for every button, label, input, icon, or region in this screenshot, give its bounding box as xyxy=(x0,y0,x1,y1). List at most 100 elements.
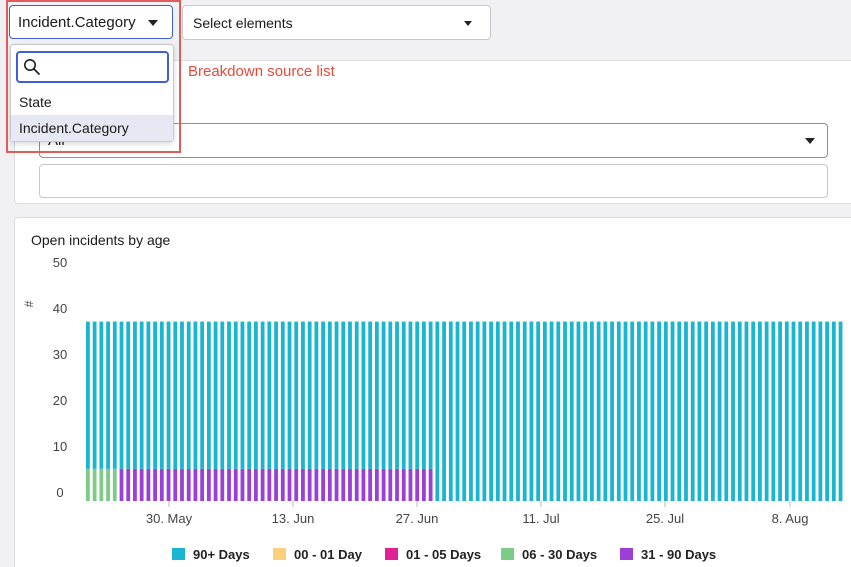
bar-segment xyxy=(206,468,211,501)
bar-segment xyxy=(86,321,90,469)
bar-segment xyxy=(455,321,460,501)
bar-segment xyxy=(428,321,433,469)
bar-segment xyxy=(139,321,144,469)
bar-segment xyxy=(361,468,366,501)
legend-swatch xyxy=(172,548,185,560)
bar-segment xyxy=(751,321,756,501)
x-tick-label: 13. Jun xyxy=(272,511,315,526)
bar-segment xyxy=(287,321,292,469)
legend-label: 31 - 90 Days xyxy=(641,547,716,562)
bar-segment xyxy=(435,321,440,501)
bar-segment xyxy=(764,321,769,501)
bar-segment xyxy=(106,321,110,469)
bar-segment xyxy=(200,468,205,501)
bar-segment xyxy=(341,321,346,469)
bar-segment xyxy=(186,321,191,469)
x-tick-label: 27. Jun xyxy=(396,511,439,526)
bar-segment xyxy=(536,321,541,501)
bar-segment xyxy=(166,468,171,501)
bar-segment xyxy=(422,468,426,501)
bar-segment xyxy=(811,321,816,501)
bar-segment xyxy=(200,321,205,469)
y-axis-label: # xyxy=(22,300,36,307)
bar-segment xyxy=(395,321,399,469)
bar-segment xyxy=(99,321,104,469)
annotation-highlight-box xyxy=(6,0,181,153)
bar-segment xyxy=(724,321,729,501)
bar-segment xyxy=(321,321,325,469)
bar-segment xyxy=(663,321,668,501)
bar-segment xyxy=(92,321,97,469)
bar-segment xyxy=(260,468,265,501)
bar-segment xyxy=(166,321,171,469)
bar-segment xyxy=(159,321,164,469)
bar-segment xyxy=(206,321,211,469)
bar-segment xyxy=(126,468,131,501)
bar-segment xyxy=(838,321,843,501)
bar-segment xyxy=(307,321,312,469)
bar-segment xyxy=(354,468,359,501)
bar-segment xyxy=(180,321,184,469)
bar-segment xyxy=(321,468,325,501)
bar-segment xyxy=(173,468,178,501)
legend-label: 01 - 05 Days xyxy=(406,547,481,562)
bar-segment xyxy=(294,321,299,469)
bar-segment xyxy=(180,468,184,501)
legend-swatch xyxy=(620,548,633,560)
bar-segment xyxy=(133,468,137,501)
bar-segment xyxy=(307,468,312,501)
bar-segment xyxy=(482,321,487,501)
bar-segment xyxy=(805,321,809,501)
bar-segment xyxy=(623,321,628,501)
bar-segment xyxy=(112,321,117,469)
bar-segment xyxy=(408,468,413,501)
bar-segment xyxy=(818,321,823,501)
bar-segment xyxy=(549,321,554,501)
bar-segment xyxy=(334,468,339,501)
bar-segment xyxy=(731,321,735,501)
bar-segment xyxy=(280,321,285,469)
y-tick-label: 50 xyxy=(53,255,67,270)
bar-segment xyxy=(590,321,594,501)
bar-segment xyxy=(758,321,762,501)
bar-segment xyxy=(146,321,151,469)
bar-segment xyxy=(798,321,803,501)
bar-segment xyxy=(119,468,124,501)
bar-segment xyxy=(233,321,238,469)
y-tick-label: 30 xyxy=(53,347,67,362)
bar-segment xyxy=(596,321,601,501)
bar-segment xyxy=(428,468,433,501)
bar-segment xyxy=(630,321,635,501)
x-tick-label: 11. Jul xyxy=(522,511,559,526)
y-tick-label: 40 xyxy=(53,301,67,316)
bar-segment xyxy=(684,321,688,501)
bar-segment xyxy=(563,321,567,501)
y-tick-label: 20 xyxy=(53,393,67,408)
bar-segment xyxy=(314,321,319,469)
bar-segment xyxy=(462,321,467,501)
bar-segment xyxy=(146,468,151,501)
bar-segment xyxy=(159,468,164,501)
bar-segment xyxy=(784,321,789,501)
bar-segment xyxy=(388,468,393,501)
legend-swatch xyxy=(385,548,398,560)
bar-segment xyxy=(227,321,231,469)
bar-segment xyxy=(415,468,420,501)
legend-label: 90+ Days xyxy=(193,547,250,562)
bar-segment xyxy=(227,468,231,501)
bar-segment xyxy=(791,321,796,501)
bar-segment xyxy=(643,321,648,501)
bar-segment xyxy=(516,321,520,501)
bar-segment xyxy=(361,321,366,469)
legend-label: 00 - 01 Day xyxy=(294,547,363,562)
bar-segment xyxy=(314,468,319,501)
bar-segment xyxy=(637,321,641,501)
bar-segment xyxy=(341,468,346,501)
bar-segment xyxy=(254,321,258,469)
bar-segment xyxy=(287,468,292,501)
bar-segment xyxy=(220,468,225,501)
bar-segment xyxy=(529,321,534,501)
bar-segment xyxy=(301,468,305,501)
bar-segment xyxy=(542,321,547,501)
bar-segment xyxy=(442,321,446,501)
